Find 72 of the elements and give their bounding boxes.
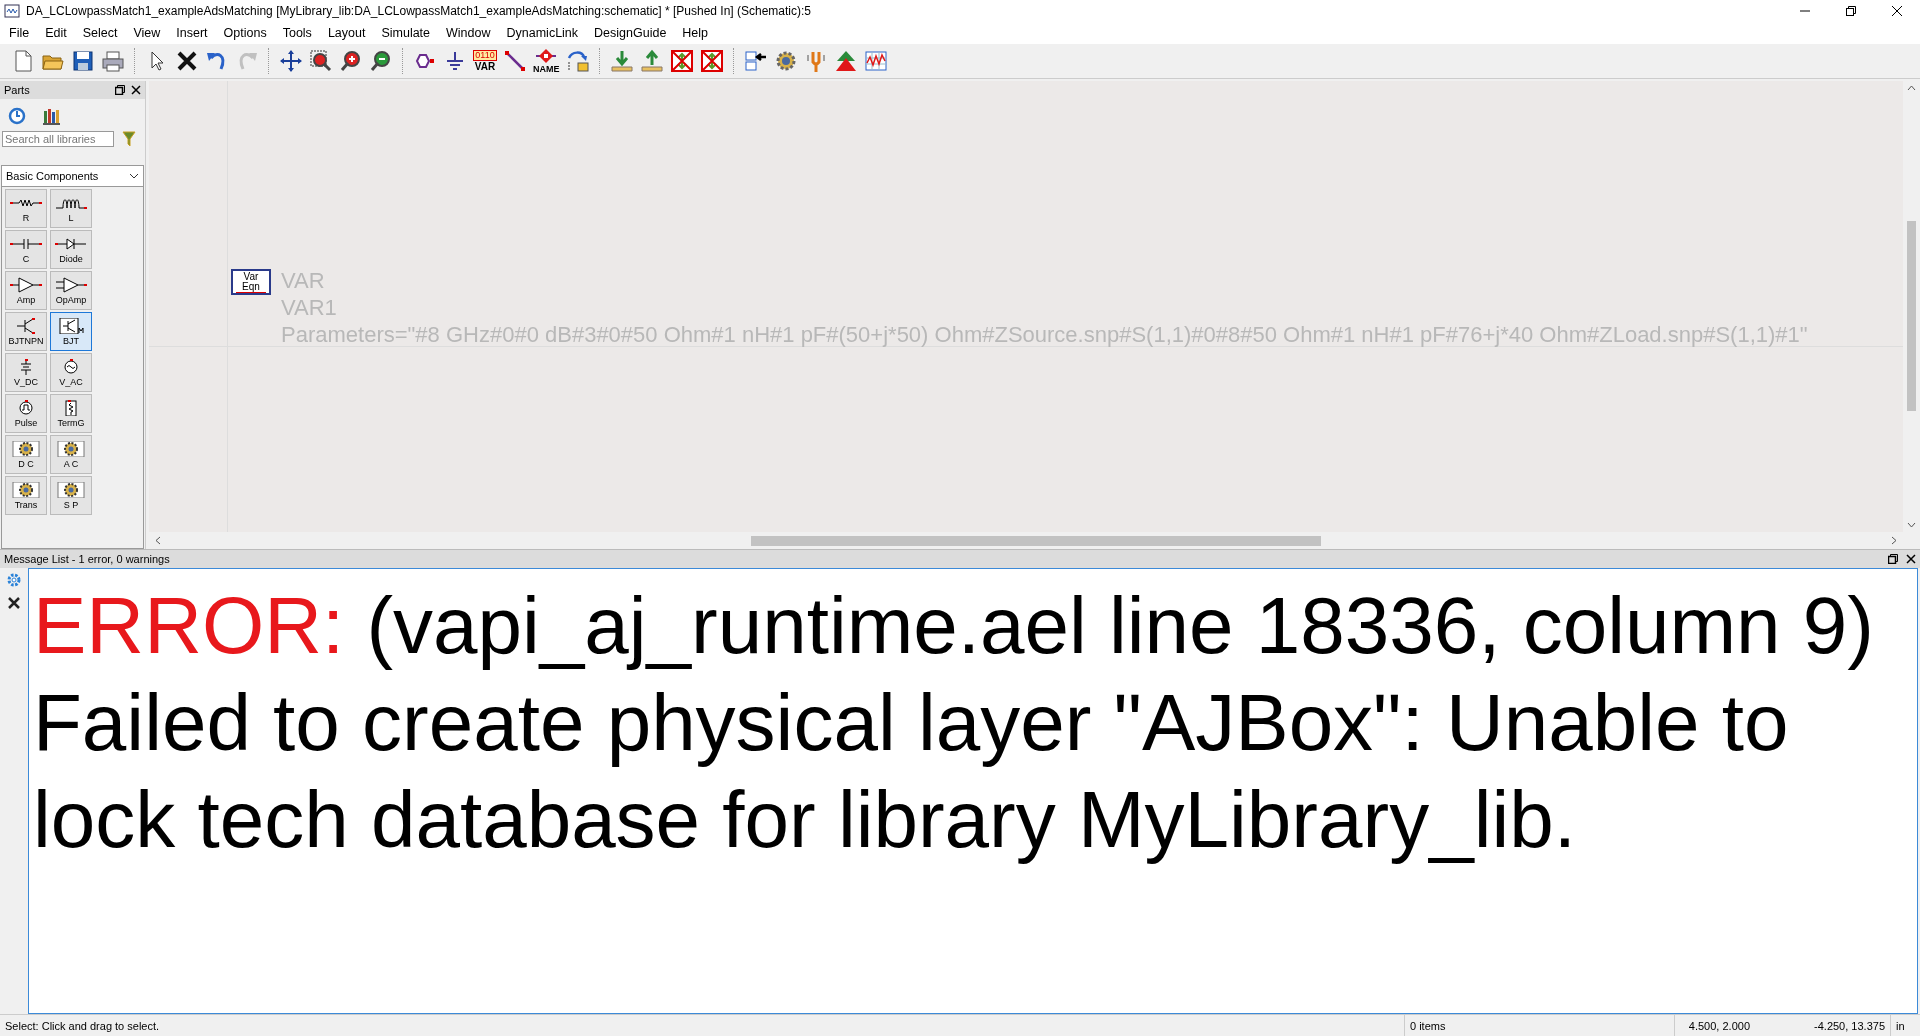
chevron-icon (129, 173, 139, 179)
menu-item[interactable]: DynamicLink (498, 26, 587, 40)
part-button[interactable]: V_AC (50, 353, 92, 392)
panel-title: Message List - 1 error, 0 warnings (4, 553, 171, 565)
settings-icon[interactable] (6, 572, 22, 588)
part-button[interactable]: Amp (5, 271, 47, 310)
part-button[interactable]: TermG (50, 394, 92, 433)
filter-icon[interactable] (122, 131, 136, 147)
scroll-right-icon[interactable] (1891, 536, 1897, 545)
status-hint: Select: Click and drag to select. (4, 1019, 161, 1032)
float-icon[interactable] (115, 85, 125, 95)
part-button[interactable]: R (5, 189, 47, 228)
menu-item[interactable]: Options (215, 26, 275, 40)
menu-item[interactable]: Layout (319, 26, 374, 40)
menu-item[interactable]: Edit (37, 26, 75, 40)
app-icon (4, 3, 20, 19)
position-readout: 4.500, 2.000 (1674, 1015, 1755, 1036)
item-count: 0 items (1404, 1015, 1674, 1036)
menu-item[interactable]: DesignGuide (586, 26, 675, 40)
units-label: in (1890, 1015, 1920, 1036)
float-icon[interactable] (1888, 554, 1898, 564)
part-button[interactable]: A C (50, 435, 92, 474)
gear-icon (9, 481, 43, 498)
part-button[interactable]: L (50, 189, 92, 228)
scroll-left-icon[interactable] (155, 536, 161, 545)
part-button[interactable]: Pulse (5, 394, 47, 433)
diode-icon (54, 235, 88, 252)
gear-icon (54, 440, 88, 457)
scroll-thumb[interactable] (1907, 221, 1916, 411)
part-button[interactable]: BJT (50, 312, 92, 351)
search-field[interactable]: Search all libraries (2, 131, 114, 147)
menu-item[interactable]: View (125, 26, 169, 40)
part-button[interactable]: BJTNPN (5, 312, 47, 351)
scroll-thumb[interactable] (751, 535, 1321, 546)
history-icon[interactable] (8, 107, 26, 125)
part-button[interactable]: Trans (5, 476, 47, 515)
terminal-icon (65, 399, 77, 416)
transistor-icon (16, 317, 36, 334)
menu-item[interactable]: File (1, 26, 38, 40)
scroll-up-icon[interactable] (1907, 85, 1916, 91)
close-icon[interactable] (131, 85, 141, 95)
gear-icon (54, 481, 88, 498)
part-button[interactable]: V_DC (5, 353, 47, 392)
library-dropdown[interactable]: Basic Components (1, 165, 144, 187)
amplifier-icon (9, 276, 43, 293)
menu-item[interactable]: Insert (168, 26, 216, 40)
window-title: DA_LCLowpassMatch1_exampleAdsMatching [MyLibrary_lib:DA_LCLowpassMatch1_exampleAdsMatching:schematic] * [Pushed In] (Schematic):5 (26, 4, 813, 18)
cursor-readout: -4.250, 13.375 (1813, 1018, 1886, 1034)
var-eqn-symbol[interactable]: Var Eqn (231, 269, 271, 295)
gear-icon (9, 440, 43, 457)
close-icon[interactable] (1892, 6, 1902, 16)
menu-item[interactable]: Simulate (373, 26, 439, 40)
pulse-source-icon (19, 399, 33, 416)
menu-item[interactable]: Select (74, 26, 126, 40)
clear-icon[interactable] (7, 596, 21, 610)
library-icon[interactable] (42, 107, 60, 125)
part-button[interactable]: D C (5, 435, 47, 474)
op-amp-icon (54, 276, 88, 293)
menu-item[interactable]: Tools (274, 26, 320, 40)
menu-item[interactable]: Help (674, 26, 717, 40)
part-button[interactable]: S P (50, 476, 92, 515)
close-icon[interactable] (1906, 554, 1916, 564)
part-button[interactable]: OpAmp (50, 271, 92, 310)
restore-icon[interactable] (1846, 6, 1856, 16)
panel-title: Parts (4, 84, 31, 96)
scroll-down-icon[interactable] (1907, 522, 1916, 528)
ac-source-icon (64, 358, 78, 375)
battery-icon (20, 358, 32, 375)
part-button[interactable]: C (5, 230, 47, 269)
menu-item[interactable]: Window (438, 26, 499, 40)
part-button[interactable]: Diode (50, 230, 92, 269)
error-message: ERROR: (vapi_aj_runtime.ael line 18336, column 9) Failed to create physical layer "AJBox": Unable to lock tech database for library MyLibrary_lib. (33, 580, 1875, 866)
